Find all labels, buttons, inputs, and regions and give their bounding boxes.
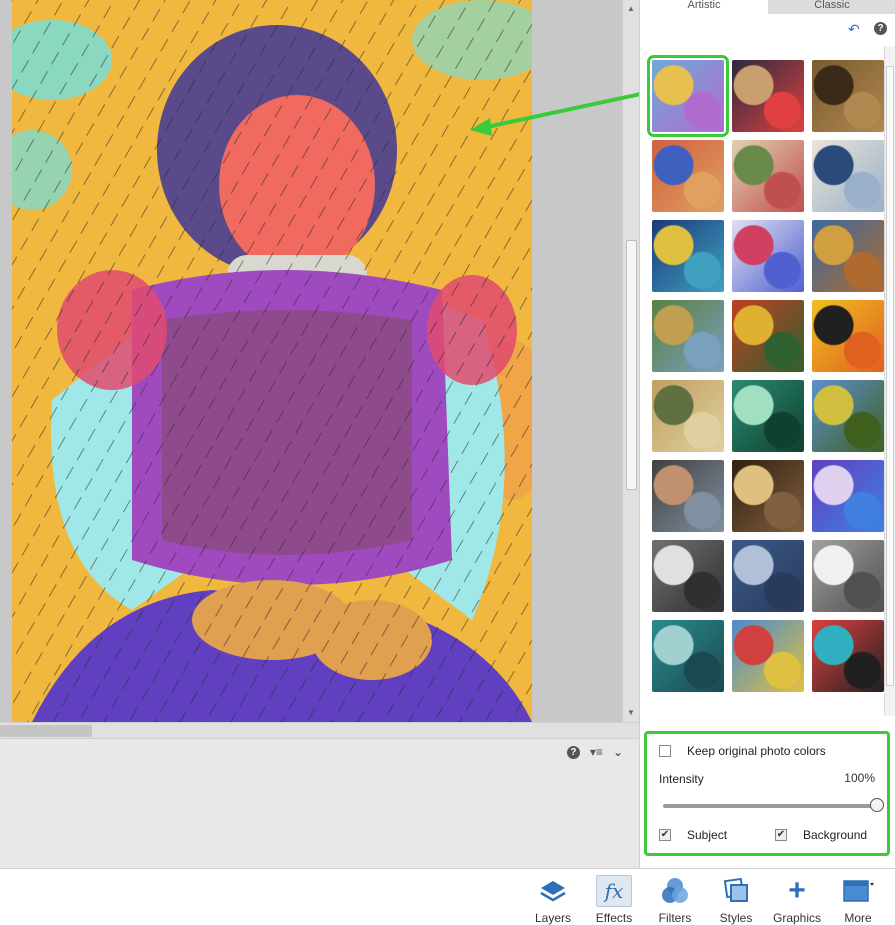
background-label: Background	[803, 828, 868, 842]
effect-thumbnail-olive-trees[interactable]	[652, 300, 724, 372]
panel-tools: ↶ ?	[848, 22, 887, 36]
effect-thumbnail-ballerinas[interactable]	[732, 540, 804, 612]
canvas-horizontal-scroll-thumb[interactable]	[0, 725, 92, 737]
effect-thumbnail-colorful-woman[interactable]	[652, 140, 724, 212]
effect-thumbnail-night-dancers[interactable]	[652, 220, 724, 292]
effect-thumbnail-cubist-faces[interactable]	[732, 60, 804, 132]
effect-thumbnail-teal-texture[interactable]	[652, 620, 724, 692]
effect-thumbnail-red-barn-field[interactable]	[732, 620, 804, 692]
filters-button[interactable]: Filters	[646, 875, 704, 925]
scroll-down-arrow-icon[interactable]: ▼	[627, 708, 635, 717]
effect-thumbnail-family-photo[interactable]	[652, 460, 724, 532]
effect-thumbnail-city-sketch[interactable]	[812, 540, 884, 612]
subject-checkbox[interactable]: ✔	[659, 829, 671, 841]
subject-label: Subject	[687, 828, 728, 842]
effect-thumbnail-great-wave[interactable]	[812, 140, 884, 212]
effect-thumbnail-concert-stage[interactable]	[732, 460, 804, 532]
effects-grid-scrollbar[interactable]	[884, 46, 895, 716]
undo-arrow-icon[interactable]: ↶	[848, 22, 864, 36]
effect-thumbnail-cafe-terrace[interactable]	[732, 300, 804, 372]
photo-canvas[interactable]	[12, 0, 532, 722]
graphics-button[interactable]: + Graphics	[768, 874, 826, 925]
layers-label: Layers	[534, 911, 572, 925]
effect-thumbnail-teal-waves[interactable]	[732, 380, 804, 452]
styles-icon	[723, 877, 748, 902]
annotation-arrow	[470, 90, 651, 136]
filters-label: Filters	[658, 911, 692, 925]
intensity-slider[interactable]	[663, 798, 884, 812]
styles-label: Styles	[719, 911, 753, 925]
artistic-effects-grid	[647, 55, 884, 692]
filters-icon	[662, 878, 688, 903]
effect-thumbnail-van-gogh-portrait[interactable]	[812, 220, 884, 292]
effect-thumbnail-village-painting[interactable]	[732, 140, 804, 212]
options-menu-icon[interactable]: ▾≡	[590, 745, 603, 759]
tool-options-area: ? ▾≡ ⌄	[0, 738, 639, 868]
effect-thumbnail-mona-lisa[interactable]	[812, 60, 884, 132]
bottom-toolbar: Layers fx Effects Filters Styles + Graph…	[0, 868, 895, 925]
more-button[interactable]: More	[829, 875, 887, 925]
fx-icon: fx	[604, 879, 624, 903]
effect-thumbnail-purple-swirl[interactable]	[812, 460, 884, 532]
effect-thumbnail-penguin-abstract[interactable]	[812, 300, 884, 372]
intensity-label: Intensity	[659, 772, 704, 786]
canvas-horizontal-scrollbar[interactable]	[0, 722, 639, 738]
effect-thumbnail-raccoon-pop[interactable]	[812, 620, 884, 692]
effect-thumbnail-cubist-dancer[interactable]	[652, 540, 724, 612]
graphics-label: Graphics	[772, 911, 822, 925]
background-row: ✔ Background	[775, 828, 867, 842]
keep-colors-checkbox[interactable]	[659, 745, 671, 757]
subject-row: ✔ Subject	[659, 828, 727, 842]
effect-thumbnail-colorful-dog[interactable]	[732, 220, 804, 292]
tab-artistic[interactable]: Artistic	[640, 0, 768, 14]
stylized-photo-image	[12, 0, 532, 722]
tool-options-icons: ? ▾≡ ⌄	[566, 745, 623, 759]
canvas-vertical-scroll-thumb[interactable]	[626, 240, 637, 490]
effects-grid-scroll-thumb[interactable]	[886, 66, 894, 686]
keep-colors-label: Keep original photo colors	[687, 744, 826, 758]
intensity-slider-fill	[663, 804, 877, 808]
layers-button[interactable]: Layers	[524, 875, 582, 925]
more-panel-icon	[843, 880, 874, 902]
effect-thumbnail-golden-swirl[interactable]	[652, 380, 724, 452]
effects-label: Effects	[595, 911, 633, 925]
intensity-value: 100%	[844, 771, 875, 785]
plus-icon: +	[788, 874, 806, 907]
question-circle-icon[interactable]: ?	[874, 22, 887, 35]
effects-panel: Artistic Classic ↶ ? Keep original photo…	[639, 0, 895, 868]
keep-colors-row: Keep original photo colors	[659, 744, 826, 758]
more-label: More	[844, 911, 872, 925]
tab-classic[interactable]: Classic	[768, 0, 895, 14]
effect-settings-box: Keep original photo colors Intensity 100…	[644, 731, 890, 856]
effect-thumbnail-abstract-portrait[interactable]	[647, 55, 729, 137]
effects-tabs: Artistic Classic	[640, 0, 895, 14]
effect-thumbnail-wheat-field[interactable]	[812, 380, 884, 452]
effects-button[interactable]: fx Effects	[585, 875, 643, 925]
chevron-down-icon[interactable]: ⌄	[613, 745, 623, 759]
layers-icon	[540, 881, 566, 902]
intensity-row: Intensity	[659, 772, 704, 786]
scroll-up-arrow-icon[interactable]: ▲	[627, 4, 635, 13]
styles-button[interactable]: Styles	[707, 875, 765, 925]
background-checkbox[interactable]: ✔	[775, 829, 787, 841]
help-icon[interactable]: ?	[566, 745, 580, 759]
intensity-slider-knob[interactable]	[870, 798, 884, 812]
